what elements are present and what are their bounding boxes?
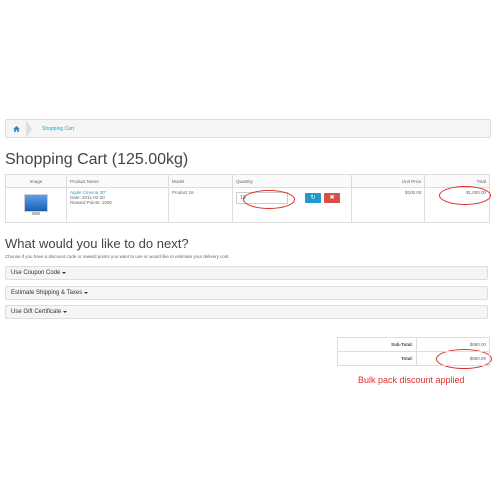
header-product-name: Product Name — [66, 174, 169, 188]
next-steps-subtitle: Choose if you have a discount code or re… — [5, 254, 230, 259]
cart-table: Image Product Name Model Quantity Unit P… — [4, 174, 490, 223]
table-row: Apple Cinema 30" Date: 2011-02-20 Reward… — [4, 187, 490, 223]
quantity-input[interactable] — [236, 192, 289, 204]
gift-certificate-label: Use Gift Certificate — [11, 309, 62, 315]
coupon-code-panel[interactable]: Use Coupon Code — [5, 266, 488, 280]
breadcrumb-separator — [26, 119, 32, 138]
subtotal-value: $880.00 — [416, 337, 490, 352]
next-steps-title: What would you like to do next? — [5, 236, 189, 251]
subtotal-label: Sub-Total: — [337, 337, 417, 352]
bulk-discount-note: Bulk pack discount applied — [358, 375, 465, 385]
remove-button[interactable]: ✖ — [324, 193, 341, 203]
breadcrumb-shopping-cart[interactable]: Shopping Cart — [42, 126, 74, 132]
caret-down-icon — [62, 272, 67, 274]
caret-down-icon — [84, 292, 89, 294]
remove-icon: ✖ — [329, 195, 335, 201]
total-row: Total: $880.00 — [337, 351, 490, 366]
header-model: Model — [167, 174, 234, 188]
total-value: $880.00 — [416, 351, 490, 366]
page-title: Shopping Cart (125.00kg) — [5, 151, 189, 168]
total-label: Total: — [337, 351, 417, 366]
product-image-cell — [4, 187, 68, 223]
product-name-cell: Apple Cinema 30" Date: 2011-02-20 Reward… — [66, 187, 169, 223]
totals-table: Sub-Total: $880.00 Total: $880.00 — [337, 337, 490, 366]
product-reward-points: Reward Points: 1000 — [70, 200, 112, 205]
shipping-taxes-label: Estimate Shipping & Taxes — [11, 290, 83, 296]
coupon-code-label: Use Coupon Code — [11, 270, 61, 276]
caret-down-icon — [63, 311, 68, 313]
monitor-icon[interactable] — [24, 194, 49, 215]
quantity-cell: ↻ ✖ — [232, 187, 352, 223]
header-unit-price: Unit Price — [350, 174, 426, 188]
row-total: $1,000.00 — [424, 187, 490, 223]
header-total: Total — [424, 174, 490, 188]
breadcrumb: Shopping Cart — [5, 119, 491, 138]
home-icon[interactable] — [6, 125, 26, 132]
subtotal-row: Sub-Total: $880.00 — [337, 337, 490, 352]
gift-certificate-panel[interactable]: Use Gift Certificate — [5, 305, 488, 319]
product-model: Product 15 — [167, 187, 234, 223]
header-quantity: Quantity — [232, 174, 352, 188]
refresh-button[interactable]: ↻ — [305, 193, 322, 203]
unit-price: $100.00 — [350, 187, 426, 223]
shipping-taxes-panel[interactable]: Estimate Shipping & Taxes — [5, 286, 488, 300]
refresh-icon: ↻ — [310, 195, 316, 201]
header-image: Image — [4, 174, 68, 188]
